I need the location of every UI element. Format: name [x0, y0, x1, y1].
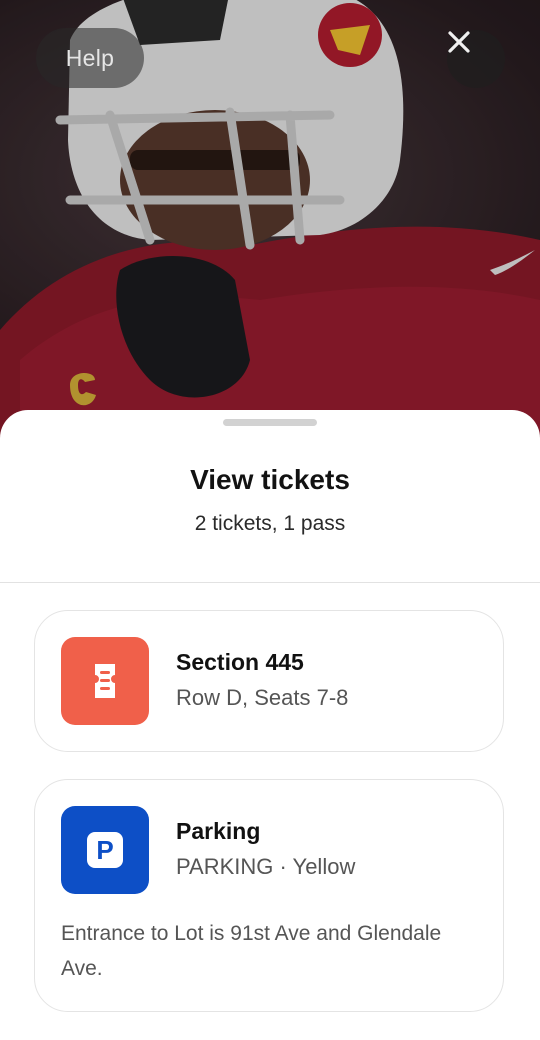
parking-card-title: Parking: [176, 818, 261, 844]
help-button[interactable]: Help: [36, 28, 144, 88]
parking-letter: P: [96, 835, 113, 865]
sheet-grabber[interactable]: [223, 419, 317, 426]
tickets-sheet: View tickets 2 tickets, 1 pass Section 4…: [0, 410, 540, 1040]
ticket-tile: [61, 637, 149, 725]
sheet-subtitle: 2 tickets, 1 pass: [194, 512, 346, 535]
parking-icon: P: [87, 832, 123, 868]
ticket-card-section-445[interactable]: Section 445 Row D, Seats 7-8: [34, 610, 504, 752]
close-button[interactable]: [447, 30, 505, 88]
ticket-card-subtitle: Row D, Seats 7-8: [176, 685, 349, 710]
sheet-title: View tickets: [190, 464, 350, 495]
hero-image: Help: [0, 0, 540, 440]
close-icon: [448, 31, 470, 53]
parking-card[interactable]: P Parking PARKING · Yellow Entrance to L…: [34, 779, 504, 1012]
parking-card-subtitle: PARKING · Yellow: [176, 854, 356, 879]
parking-card-note: Entrance to Lot is 91st Ave and Glendale…: [61, 922, 442, 980]
divider: [0, 582, 540, 583]
ticket-card-title: Section 445: [176, 649, 304, 675]
parking-tile: P: [61, 806, 149, 894]
help-label: Help: [65, 44, 115, 71]
ticket-icon: [95, 664, 115, 698]
